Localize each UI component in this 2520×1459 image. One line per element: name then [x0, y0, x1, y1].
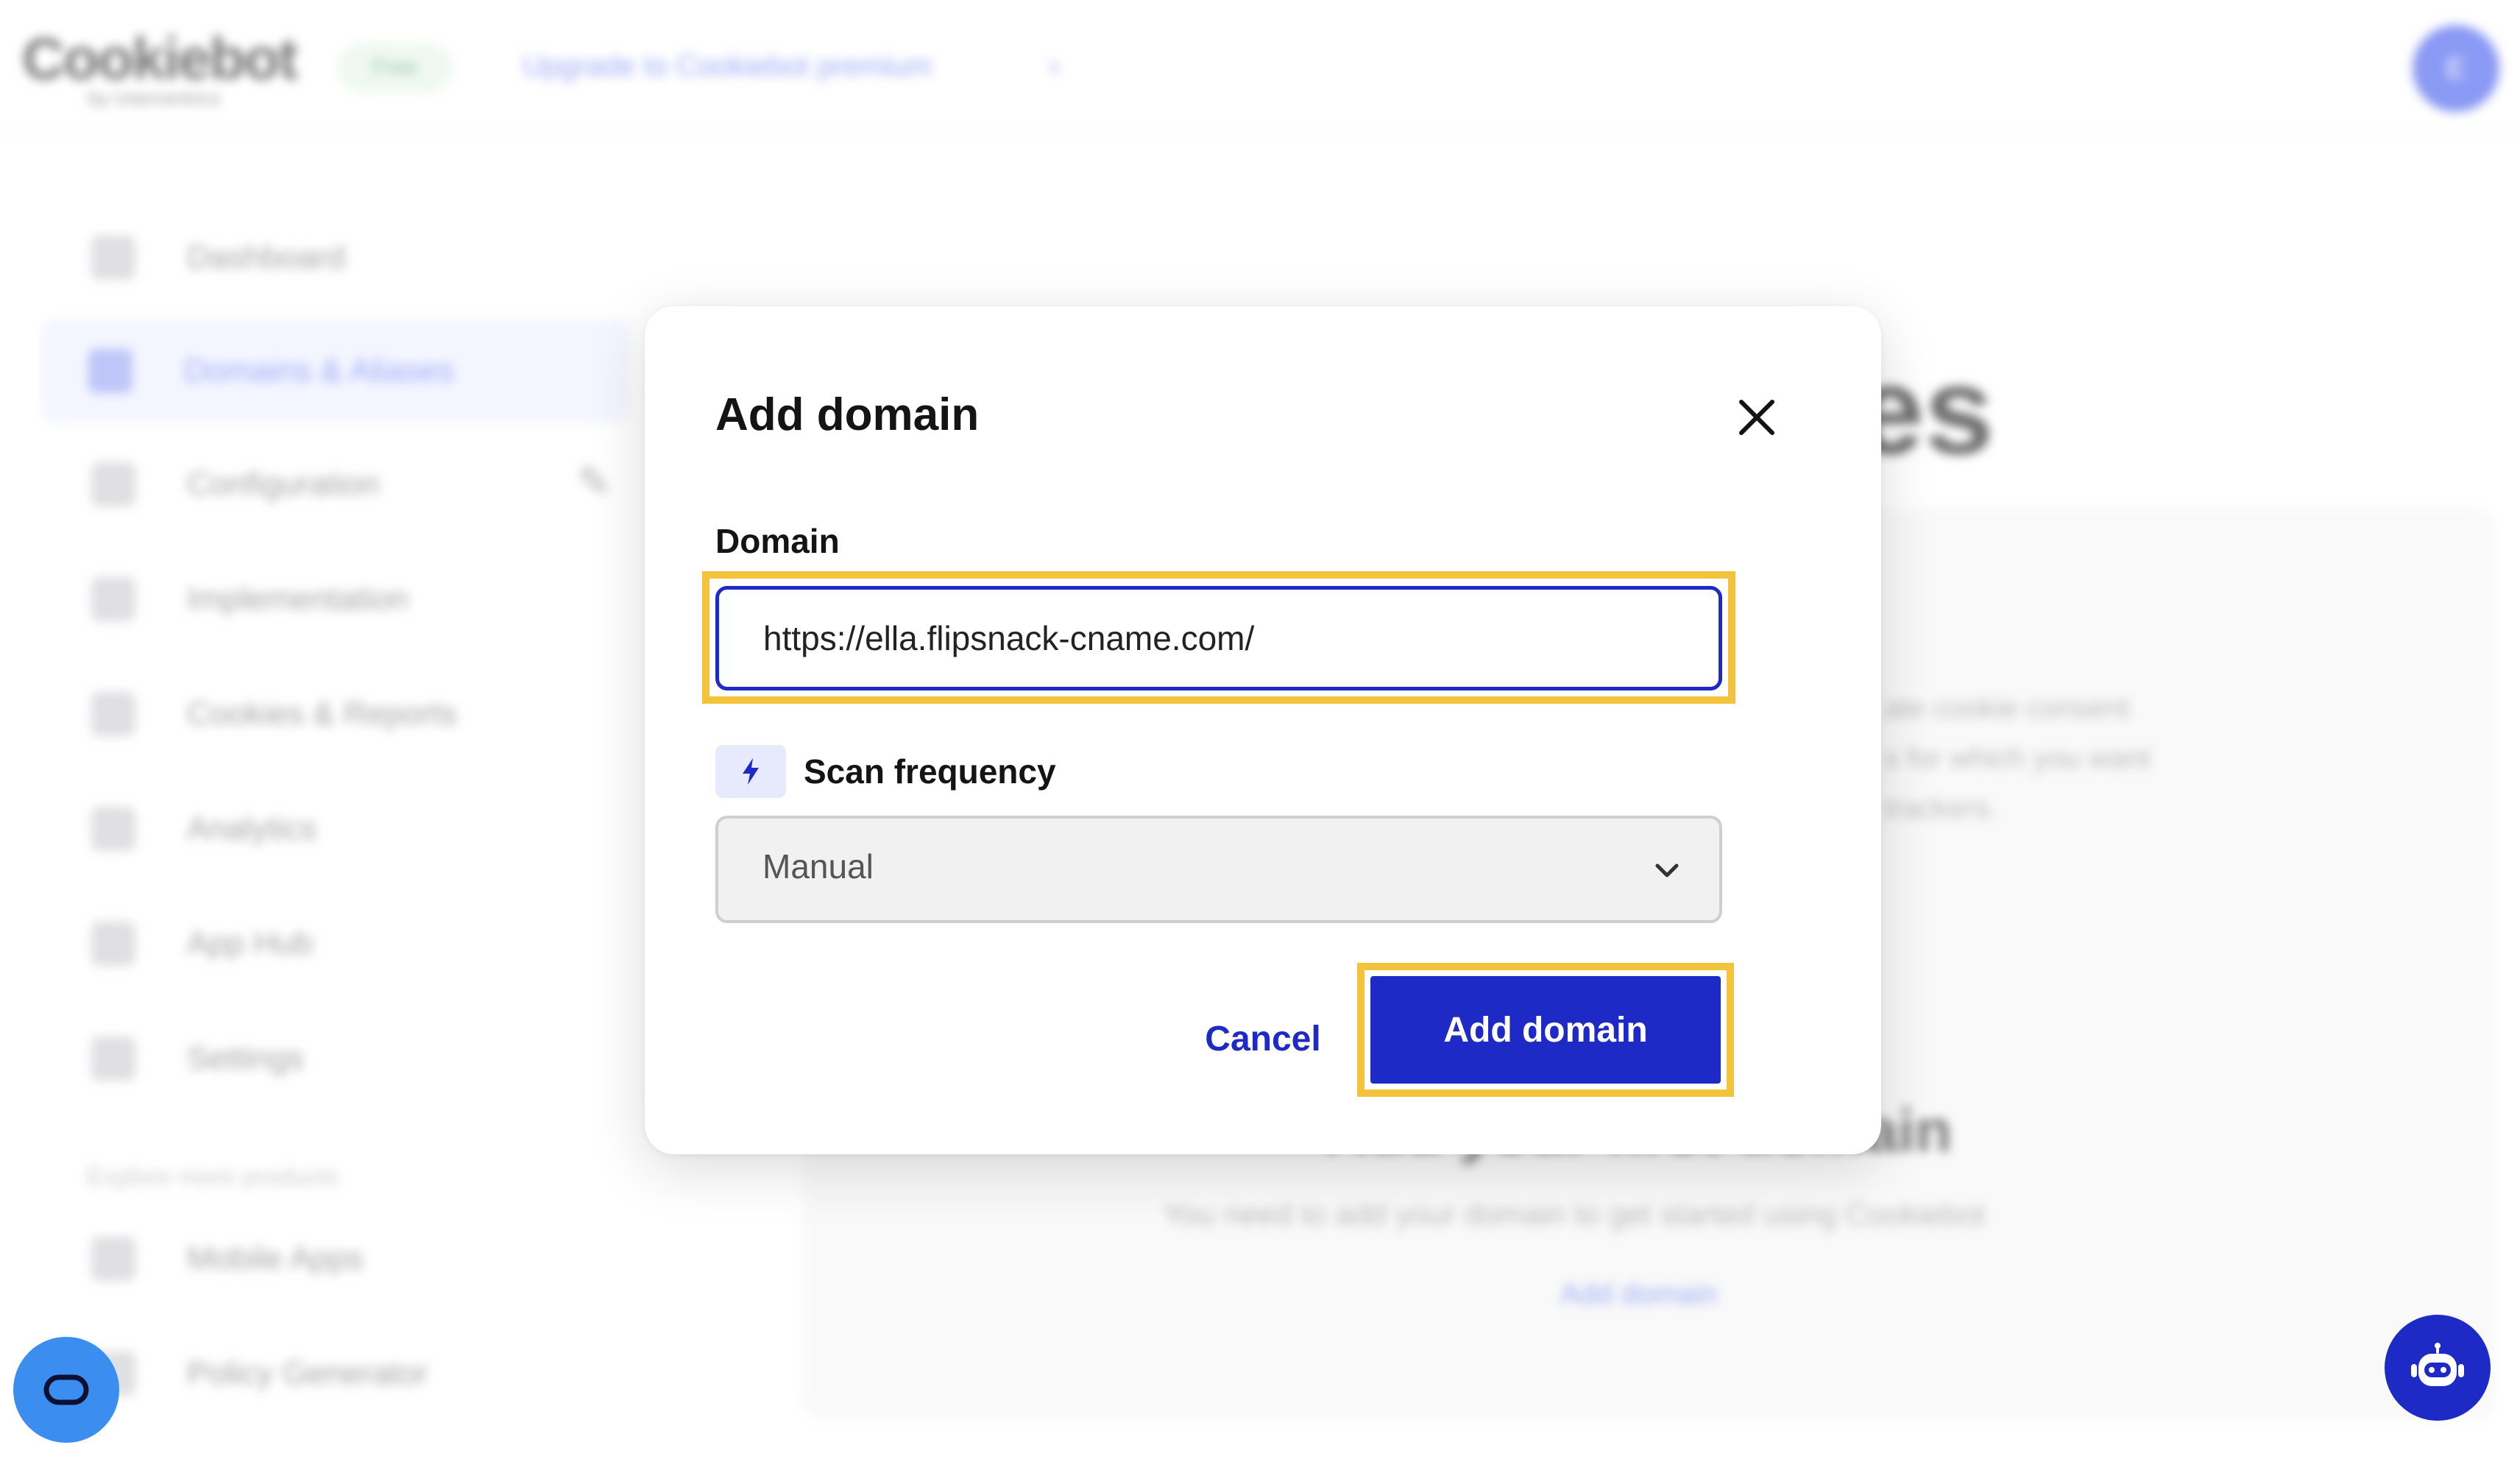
- chevron-down-icon: [1649, 852, 1685, 889]
- domain-label: Domain: [715, 522, 840, 560]
- close-icon: [1739, 400, 1774, 435]
- domain-input[interactable]: [715, 586, 1722, 690]
- add-domain-dialog: Add domain Domain Scan frequency Manual …: [645, 306, 1881, 1154]
- consent-settings-button[interactable]: [13, 1337, 119, 1443]
- close-button[interactable]: [1731, 392, 1783, 443]
- scan-frequency-select[interactable]: Manual: [715, 816, 1722, 923]
- lightning-icon: [715, 745, 786, 798]
- chatbot-icon: [2411, 1343, 2464, 1386]
- add-domain-button[interactable]: Add domain: [1370, 976, 1721, 1084]
- consent-icon: [43, 1374, 89, 1405]
- scan-frequency-label: Scan frequency: [804, 752, 1056, 791]
- dialog-title: Add domain: [715, 389, 980, 440]
- chatbot-button[interactable]: [2385, 1315, 2491, 1421]
- cancel-button[interactable]: Cancel: [1145, 991, 1381, 1087]
- scan-frequency-value: Manual: [762, 847, 874, 886]
